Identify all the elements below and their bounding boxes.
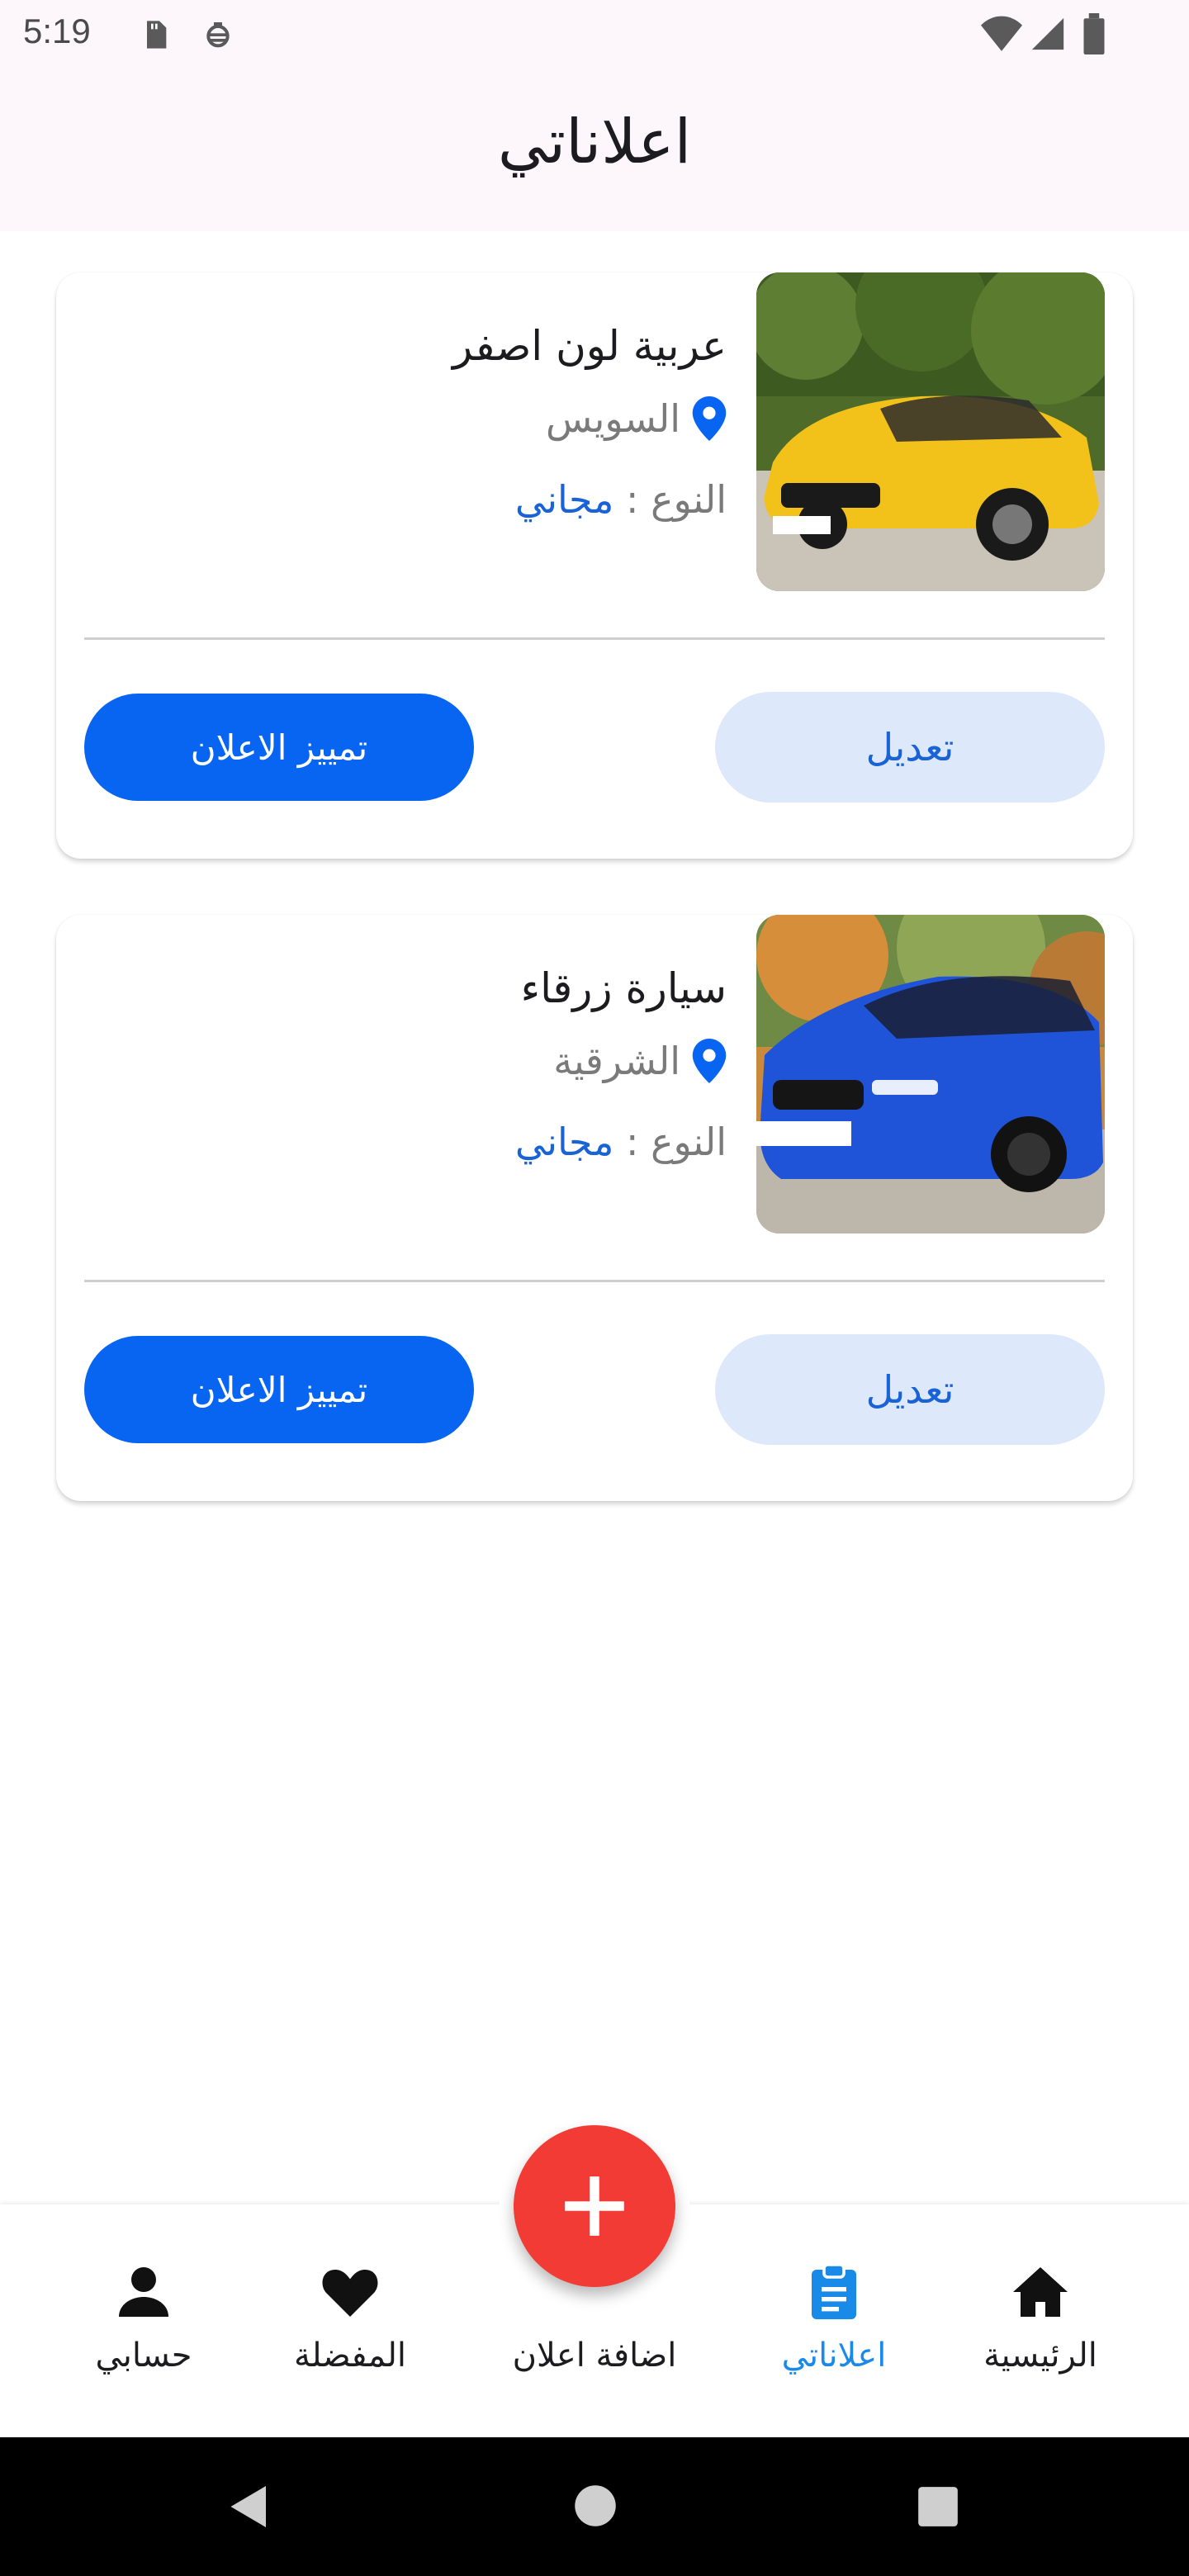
nav-item-my-ads[interactable]: اعلاناتي <box>743 2262 925 2403</box>
feature-ad-button[interactable]: تمييز الاعلان <box>84 1336 474 1443</box>
type-label: النوع : <box>625 477 727 522</box>
bug-icon <box>206 22 230 48</box>
listing-title: عربية لون اصفر <box>452 322 727 370</box>
signal-icon <box>1031 17 1064 50</box>
nav-label: اضافة اعلان <box>512 2337 677 2375</box>
nav-label: اعلاناتي <box>781 2337 887 2375</box>
divider <box>84 1280 1105 1282</box>
location-text: السويس <box>545 396 680 441</box>
wifi-icon <box>981 16 1022 51</box>
car-image[interactable] <box>756 272 1105 591</box>
listing-type: النوع : مجاني <box>515 477 727 522</box>
back-icon[interactable] <box>225 2480 274 2533</box>
divider <box>84 637 1105 640</box>
nav-label: حسابي <box>95 2337 192 2375</box>
recents-icon[interactable] <box>917 2485 959 2528</box>
edit-button[interactable]: تعديل <box>715 1334 1105 1445</box>
type-label: النوع : <box>625 1120 727 1164</box>
system-navigation-bar <box>0 2437 1189 2576</box>
page-title: اعلاناتي <box>497 107 692 178</box>
status-time: 5:19 <box>23 12 91 50</box>
sd-card-icon <box>147 21 167 49</box>
edit-button[interactable]: تعديل <box>715 692 1105 803</box>
type-value: مجاني <box>514 477 614 522</box>
listing-card[interactable]: عربية لون اصفر السويس النوع : مجاني تعدي… <box>56 272 1133 859</box>
type-value: مجاني <box>514 1120 614 1164</box>
listing-card[interactable]: سيارة زرقاء الشرقية النوع : مجاني تعديل … <box>56 915 1133 1501</box>
location-text: الشرقية <box>553 1039 680 1083</box>
battery-icon <box>1083 13 1105 54</box>
plus-icon <box>565 2176 624 2236</box>
nav-item-home[interactable]: الرئيسية <box>950 2262 1131 2403</box>
heart-icon <box>322 2270 378 2317</box>
home-icon <box>1013 2267 1068 2317</box>
yellow-car-photo <box>756 272 1105 591</box>
blue-car-photo <box>756 915 1105 1234</box>
listing-location: الشرقية <box>553 1039 727 1083</box>
app-bar: اعلاناتي <box>0 69 1189 231</box>
location-pin-icon <box>692 396 727 441</box>
clipboard-icon <box>812 2263 856 2319</box>
home-circle-icon[interactable] <box>573 2484 618 2528</box>
nav-item-account[interactable]: حسابي <box>53 2262 234 2403</box>
listing-location: السويس <box>546 396 727 441</box>
listing-type: النوع : مجاني <box>515 1120 727 1164</box>
nav-item-favorites[interactable]: المفضلة <box>259 2262 441 2403</box>
location-pin-icon <box>692 1039 727 1083</box>
person-icon <box>119 2267 168 2317</box>
nav-label: المفضلة <box>293 2337 407 2375</box>
car-image[interactable] <box>756 915 1105 1234</box>
nav-label: الرئيسية <box>983 2337 1097 2375</box>
feature-ad-button[interactable]: تمييز الاعلان <box>84 694 474 801</box>
status-bar: 5:19 <box>0 0 1189 69</box>
nav-item-add-ad[interactable]: اضافة اعلان <box>504 2262 685 2403</box>
listing-title: سيارة زرقاء <box>520 964 727 1012</box>
